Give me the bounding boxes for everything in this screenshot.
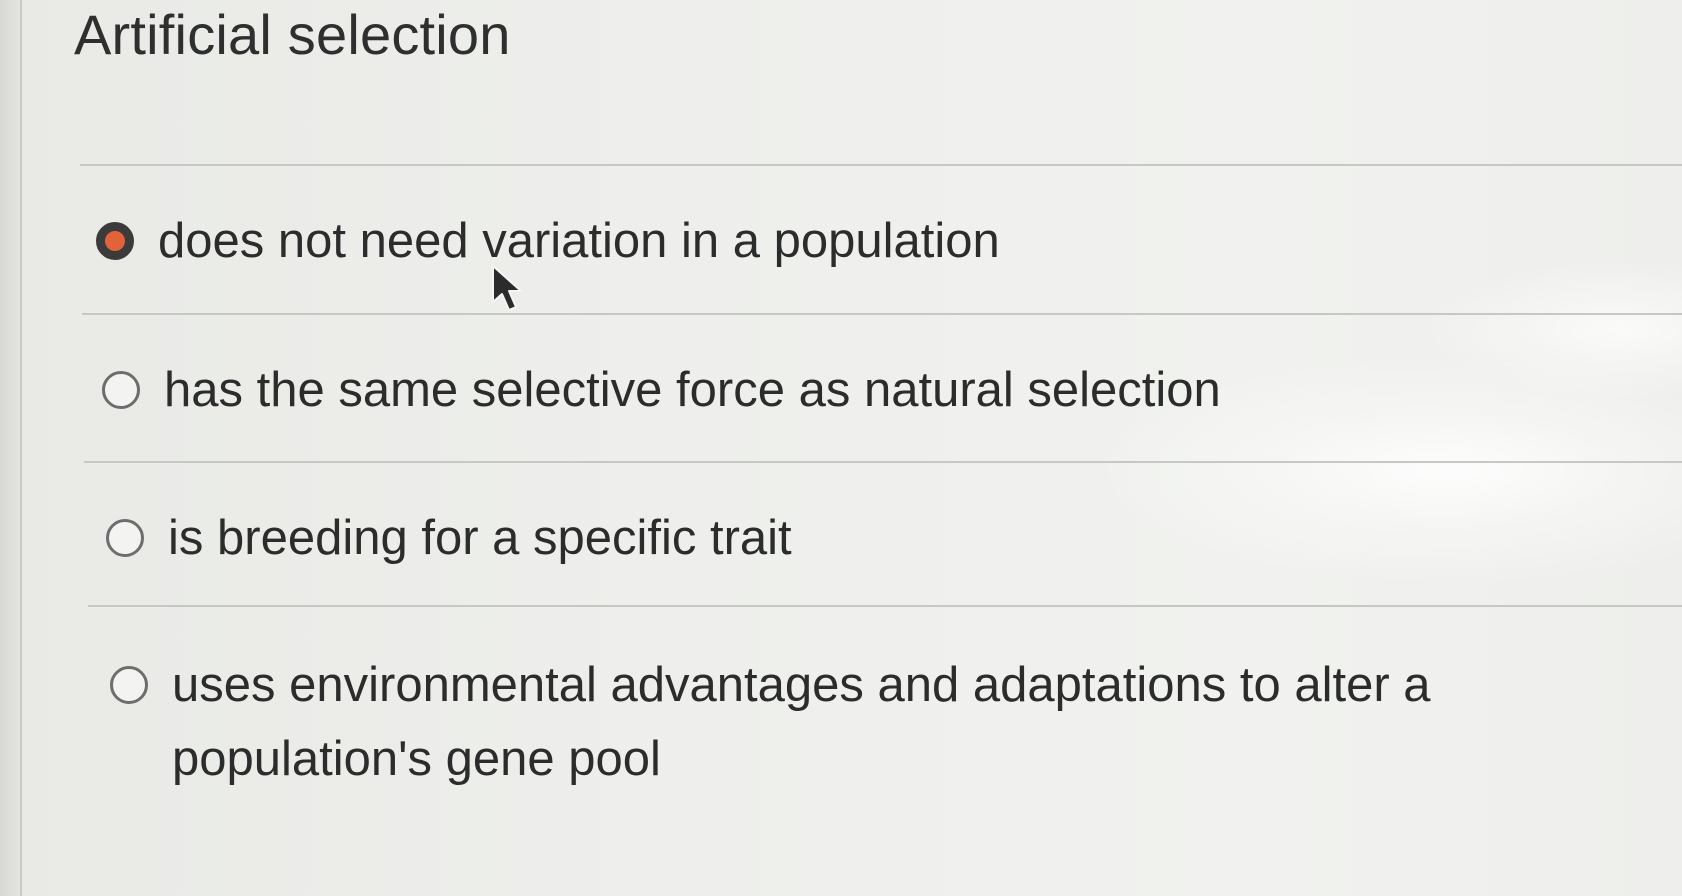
divider-3 xyxy=(88,605,1682,607)
radio-button[interactable] xyxy=(102,371,140,409)
radio-button-selected[interactable] xyxy=(96,222,134,260)
answer-label: is breeding for a specific trait xyxy=(168,511,792,565)
answer-label: does not need variation in a population xyxy=(158,214,1000,268)
mouse-pointer-icon xyxy=(492,265,522,311)
radio-button[interactable] xyxy=(106,519,144,557)
question-title: Artificial selection xyxy=(74,3,511,66)
divider-1 xyxy=(82,313,1682,315)
answer-label: has the same selective force as natural … xyxy=(164,363,1221,417)
answer-option-2[interactable]: has the same selective force as natural … xyxy=(102,363,1602,427)
answer-option-1[interactable]: does not need variation in a population xyxy=(96,214,1596,278)
divider-2 xyxy=(84,461,1682,463)
answer-label: uses environmental advantages and adapta… xyxy=(172,658,1431,786)
answer-option-4[interactable]: uses environmental advantages and adapta… xyxy=(110,658,1490,796)
divider-top xyxy=(80,164,1682,166)
left-shadow xyxy=(0,0,20,896)
radio-button[interactable] xyxy=(110,666,148,704)
left-border xyxy=(20,0,22,896)
answer-option-3[interactable]: is breeding for a specific trait xyxy=(106,511,1606,575)
